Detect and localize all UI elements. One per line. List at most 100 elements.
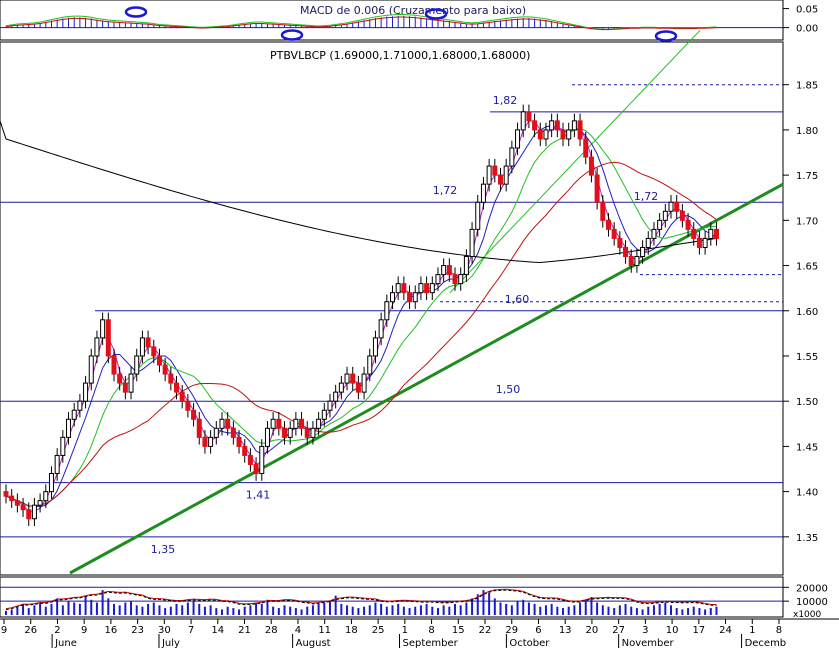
price-y-tick-label: 1.45	[796, 442, 818, 453]
chart-stage: MACD de 0.006 (Cruzamento para baixo) PT…	[0, 0, 839, 649]
candle-body	[213, 427, 219, 438]
support-level-label: 1,82	[493, 94, 518, 107]
x-day-label: 23	[131, 625, 144, 636]
candle-body	[634, 256, 640, 267]
x-day-label: 21	[238, 625, 251, 636]
candle-body	[310, 427, 316, 438]
candle-body	[236, 436, 242, 447]
candle-body	[111, 355, 117, 375]
x-day-label: 28	[265, 625, 278, 636]
candle-body	[316, 418, 322, 429]
candle-body	[3, 491, 9, 497]
candle-body	[594, 174, 600, 203]
candle-body	[162, 364, 168, 375]
candle-body	[208, 436, 214, 447]
candle-body	[361, 373, 367, 393]
support-level-label: 1,60	[505, 293, 530, 306]
x-month-label: November	[622, 638, 675, 648]
candle-body	[566, 129, 572, 140]
x-month-label: June	[54, 638, 77, 648]
candle-body	[407, 292, 413, 303]
candle-body	[287, 427, 293, 438]
candle-body	[37, 500, 43, 506]
candle-body	[532, 120, 538, 131]
x-month-label: August	[296, 638, 331, 648]
candle-body	[623, 246, 629, 258]
candle-body	[122, 382, 128, 393]
price-y-tick-label: 1.65	[796, 262, 818, 273]
candle-body	[452, 274, 458, 285]
candle-body	[605, 219, 611, 230]
candle-body	[583, 138, 589, 158]
x-day-label: 1	[402, 625, 408, 636]
stock-chart: MACD de 0.006 (Cruzamento para baixo) PT…	[0, 0, 839, 649]
candle-body	[128, 373, 134, 393]
candle-body	[344, 373, 350, 384]
x-day-label: 2	[54, 625, 60, 636]
candle-body	[134, 355, 140, 375]
x-day-label: 29	[505, 625, 518, 636]
candle-body	[549, 120, 555, 131]
candle-body	[492, 165, 498, 176]
candle-body	[412, 292, 418, 303]
candle-body	[94, 337, 100, 357]
macd-y-tick-label: 0.00	[796, 24, 818, 35]
candle-body	[475, 201, 481, 230]
x-day-label: 6	[535, 625, 541, 636]
candle-body	[174, 382, 180, 393]
candle-body	[145, 337, 151, 348]
candle-body	[83, 382, 89, 402]
candle-body	[54, 454, 60, 475]
candle-body	[259, 445, 265, 475]
candle-body	[645, 237, 651, 248]
candle-body	[48, 473, 54, 493]
candle-body	[100, 319, 106, 339]
price-y-tick-label: 1.80	[796, 126, 818, 137]
candle-body	[515, 129, 521, 149]
candle-body	[88, 355, 94, 384]
candle-body	[543, 129, 549, 140]
candle-body	[66, 418, 72, 438]
candle-body	[378, 319, 384, 339]
x-day-label: 17	[692, 625, 705, 636]
volume-panel: x1000	[0, 576, 822, 620]
candle-body	[367, 355, 373, 375]
x-day-label: 8	[428, 625, 434, 636]
candle-body	[480, 183, 486, 203]
candle-body	[424, 283, 430, 294]
candle-body	[247, 454, 253, 465]
candle-body	[685, 219, 691, 230]
candle-body	[708, 228, 714, 239]
candle-body	[372, 337, 378, 357]
candle-body	[526, 111, 532, 122]
candle-body	[139, 337, 145, 357]
candle-body	[657, 219, 663, 230]
candle-body	[156, 355, 162, 366]
candle-body	[117, 373, 123, 384]
candle-body	[401, 283, 407, 294]
x-day-label: 20	[586, 625, 599, 636]
candle-body	[640, 246, 646, 258]
candle-body	[668, 201, 674, 212]
candle-body	[679, 210, 685, 221]
candle-body	[282, 427, 288, 438]
candle-body	[390, 292, 395, 303]
candle-body	[458, 274, 464, 285]
candle-body	[441, 265, 447, 276]
candle-body	[338, 382, 344, 393]
support-level-label: 1,72	[433, 184, 458, 197]
candle-body	[333, 391, 339, 402]
candle-body	[497, 174, 503, 185]
candle-body	[253, 463, 259, 475]
candle-body	[71, 409, 77, 420]
candle-body	[304, 427, 310, 438]
macd-y-tick-label: 0.05	[796, 5, 818, 16]
x-day-label: 7	[188, 625, 194, 636]
x-day-label: 16	[105, 625, 118, 636]
candle-body	[503, 165, 509, 185]
candle-body	[151, 346, 157, 357]
candle-body	[299, 418, 305, 429]
candle-body	[554, 120, 560, 131]
candle-body	[702, 237, 708, 248]
candle-body	[196, 418, 202, 438]
